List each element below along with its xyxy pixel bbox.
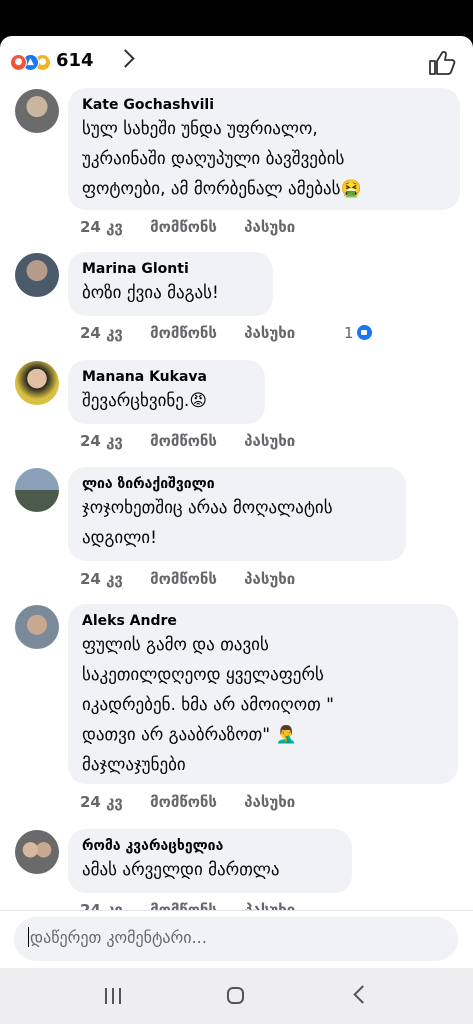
reply-button[interactable]: პასუხი xyxy=(244,432,295,450)
reply-button[interactable]: პასუხი xyxy=(244,570,295,588)
comments-sheet: ● ▲ ● 614 Kate Gochashvili სულ სახეში უნ… xyxy=(0,36,473,968)
chevron-right-icon[interactable] xyxy=(116,49,135,68)
reaction-count-label: 1 xyxy=(344,324,354,342)
comment-bubble[interactable]: Kate Gochashvili სულ სახეში უნდა უფრიალო… xyxy=(68,88,460,210)
comment-bubble[interactable]: ლია ზირაქიშვილი ჯოჯოხეთშიც არაა მოღალატი… xyxy=(68,467,406,561)
avatar[interactable] xyxy=(15,830,59,874)
like-button[interactable]: მომწონს xyxy=(150,218,217,236)
home-icon[interactable] xyxy=(227,987,244,1004)
comment-text: შევარცხვინე.😡 xyxy=(82,391,208,411)
back-icon[interactable] xyxy=(353,985,372,1004)
reply-button[interactable]: პასუხი xyxy=(244,793,295,811)
comment-text: ბოზი ქვია მაგას! xyxy=(82,283,219,303)
comment-composer: დაწერეთ კომენტარი... xyxy=(0,910,473,968)
comment-actions: 24 კვ მომწონს პასუხი xyxy=(80,570,317,588)
comment-time: 24 კვ xyxy=(80,570,123,588)
like-button[interactable]: მომწონს xyxy=(150,324,217,342)
comment-text: ამას არველდი მართლა xyxy=(82,860,280,880)
status-bar xyxy=(0,0,473,36)
avatar[interactable] xyxy=(15,468,59,512)
angry-reaction-icon: ● xyxy=(10,54,27,71)
comment-reaction-count[interactable]: 1 xyxy=(344,324,372,342)
comment-time: 24 კვ xyxy=(80,324,123,342)
comment-input[interactable]: დაწერეთ კომენტარი... xyxy=(14,917,458,961)
comment-author[interactable]: რომა კვარაცხელია xyxy=(82,837,338,855)
avatar[interactable] xyxy=(15,89,59,133)
comment-author[interactable]: Aleks Andre xyxy=(82,612,444,630)
comment-bubble[interactable]: Manana Kukava შევარცხვინე.😡 xyxy=(68,360,265,424)
system-nav-bar xyxy=(0,968,473,1024)
reply-button[interactable]: პასუხი xyxy=(244,218,295,236)
avatar[interactable] xyxy=(15,361,59,405)
comment-author[interactable]: Manana Kukava xyxy=(82,368,251,386)
text-caret xyxy=(28,927,29,947)
recents-icon[interactable] xyxy=(103,988,123,1004)
comment-text: სულ სახეში უნდა უფრიალო, უკრაინაში დაღუპ… xyxy=(82,119,362,199)
comment-author[interactable]: Marina Glonti xyxy=(82,260,259,278)
comment-time: 24 კვ xyxy=(80,432,123,450)
comment-bubble[interactable]: რომა კვარაცხელია ამას არველდი მართლა xyxy=(68,829,352,893)
like-reaction-icon xyxy=(356,325,372,340)
reactions-bar[interactable]: ● ▲ ● 614 xyxy=(0,36,473,90)
comment-text: ფულის გამო და თავის საკეთილდღეოდ ყველაფე… xyxy=(82,635,334,775)
comment-input-placeholder: დაწერეთ კომენტარი... xyxy=(30,928,207,947)
comment-author[interactable]: Kate Gochashvili xyxy=(82,96,446,114)
like-button[interactable]: მომწონს xyxy=(150,793,217,811)
comment-bubble[interactable]: Aleks Andre ფულის გამო და თავის საკეთილდ… xyxy=(68,604,458,784)
comment-actions: 24 კვ მომწონს პასუხი xyxy=(80,793,317,811)
reply-button[interactable]: პასუხი xyxy=(244,324,295,342)
thumbs-up-icon[interactable] xyxy=(428,50,456,76)
like-button[interactable]: მომწონს xyxy=(150,570,217,588)
comment-actions: 24 კვ მომწონს პასუხი xyxy=(80,218,317,236)
comment-text: ჯოჯოხეთშიც არაა მოღალატის ადგილი! xyxy=(82,498,333,548)
comment-author[interactable]: ლია ზირაქიშვილი xyxy=(82,475,392,493)
comment-time: 24 კვ xyxy=(80,218,123,236)
like-button[interactable]: მომწონს xyxy=(150,432,217,450)
comment-actions: 24 კვ მომწონს პასუხი xyxy=(80,432,317,450)
comment-time: 24 კვ xyxy=(80,793,123,811)
comment-actions: 24 კვ მომწონს პასუხი xyxy=(80,324,317,342)
reaction-count[interactable]: 614 xyxy=(56,50,94,71)
comment-bubble[interactable]: Marina Glonti ბოზი ქვია მაგას! xyxy=(68,252,273,316)
avatar[interactable] xyxy=(15,605,59,649)
avatar[interactable] xyxy=(15,253,59,297)
